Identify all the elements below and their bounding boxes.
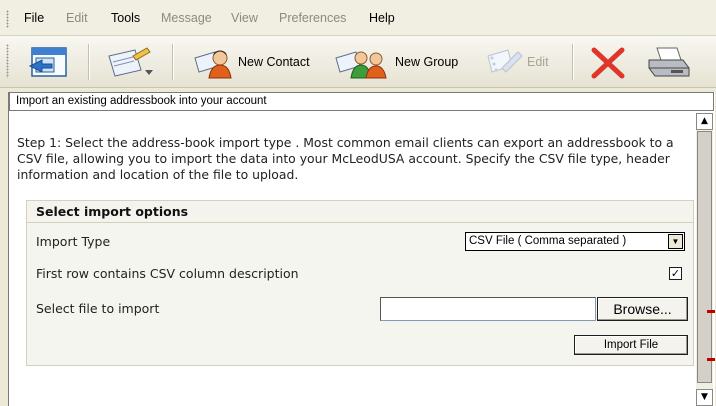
chevron-down-icon[interactable]: ▼ (668, 234, 683, 249)
scroll-down-icon[interactable]: ▼ (696, 389, 713, 406)
first-row-label: First row contains CSV column descriptio… (36, 266, 299, 281)
menu-grip (6, 10, 9, 28)
new-contact-label: New Contact (238, 55, 310, 69)
edit-icon (487, 49, 523, 73)
address-book-button[interactable] (26, 42, 72, 82)
import-options-box: Select import options Import Type CSV Fi… (26, 200, 694, 366)
menu-bar: File Edit Tools Message View Preferences… (0, 0, 716, 36)
file-path-input[interactable] (380, 297, 596, 321)
red-marker (707, 310, 715, 313)
compose-card-button[interactable] (105, 42, 155, 82)
edit-label: Edit (527, 55, 549, 69)
import-type-label: Import Type (36, 234, 111, 249)
new-group-button[interactable]: New Group (334, 42, 458, 82)
import-panel: Import an existing addressbook into your… (8, 92, 715, 406)
first-row-checkbox[interactable]: ✓ (669, 267, 682, 280)
menu-file[interactable]: File (24, 11, 44, 25)
menu-edit[interactable]: Edit (66, 11, 88, 25)
menu-tools[interactable]: Tools (111, 11, 140, 25)
toolbar-separator (572, 44, 573, 80)
delete-button[interactable] (588, 42, 628, 82)
address-book-icon (28, 47, 67, 77)
scroll-up-icon[interactable]: ▲ (696, 113, 713, 130)
toolbar-separator (172, 44, 173, 80)
toolbar-grip (6, 44, 9, 78)
red-marker (707, 358, 715, 361)
toolbar: New Contact New Group Edit (0, 36, 716, 88)
menu-view[interactable]: View (231, 11, 258, 25)
edit-button[interactable]: Edit (484, 42, 549, 82)
browse-button[interactable]: Browse... (597, 297, 688, 321)
print-button[interactable] (645, 42, 693, 82)
file-label: Select file to import (36, 301, 160, 316)
new-group-label: New Group (395, 55, 459, 69)
delete-icon (591, 47, 625, 79)
compose-card-icon (108, 47, 153, 77)
menu-preferences[interactable]: Preferences (279, 11, 346, 25)
print-icon (648, 47, 690, 77)
scroll-thumb[interactable] (697, 131, 712, 383)
menu-help[interactable]: Help (369, 11, 395, 25)
import-type-select[interactable]: CSV File ( Comma separated ) ▼ (465, 232, 685, 251)
intro-text: Step 1: Select the address-book import t… (17, 135, 674, 182)
import-file-button[interactable]: Import File (574, 335, 688, 355)
import-type-value: CSV File ( Comma separated ) (469, 235, 627, 247)
vertical-scrollbar[interactable]: ▲ ▼ (696, 113, 715, 406)
toolbar-separator (88, 44, 89, 80)
panel-title: Import an existing addressbook into your… (9, 92, 714, 111)
new-contact-button[interactable]: New Contact (193, 42, 310, 82)
new-group-icon (335, 51, 387, 79)
menu-message[interactable]: Message (161, 11, 212, 25)
options-heading: Select import options (27, 201, 693, 223)
new-contact-icon (194, 50, 232, 79)
